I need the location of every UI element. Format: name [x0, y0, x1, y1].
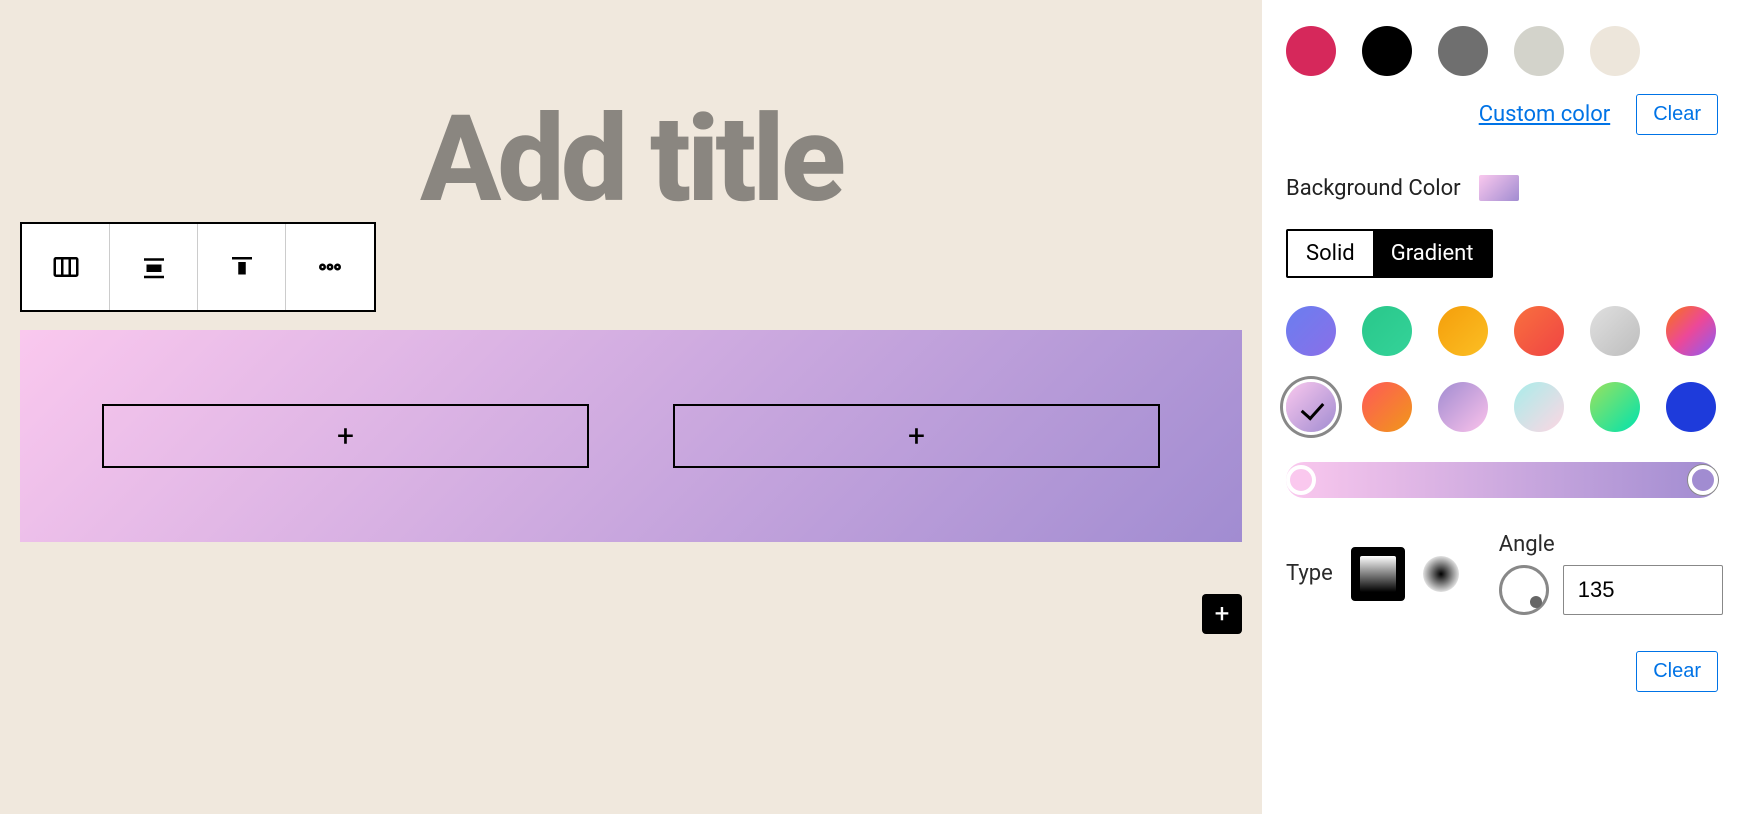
clear-background-button[interactable]: Clear	[1636, 651, 1718, 692]
columns-button[interactable]	[22, 224, 110, 310]
gradient-swatch-6[interactable]	[1286, 382, 1336, 432]
gradient-swatch-0[interactable]	[1286, 306, 1336, 356]
columns-icon	[51, 252, 81, 282]
text-color-swatch-0[interactable]	[1286, 26, 1336, 76]
custom-color-link[interactable]: Custom color	[1479, 102, 1611, 127]
gradient-swatch-3[interactable]	[1514, 306, 1564, 356]
columns-block[interactable]: + +	[20, 330, 1242, 542]
more-options-button[interactable]	[286, 224, 374, 310]
gradient-type-radial-button[interactable]	[1423, 556, 1459, 592]
background-color-preview	[1479, 175, 1519, 201]
align-button[interactable]	[110, 224, 198, 310]
post-title-placeholder[interactable]: Add title	[0, 90, 1262, 230]
gradient-type-linear-button[interactable]	[1351, 547, 1405, 601]
gradient-swatch-grid	[1286, 306, 1718, 432]
gradient-swatch-2[interactable]	[1438, 306, 1488, 356]
type-label: Type	[1286, 561, 1333, 586]
plus-icon: +	[337, 419, 354, 454]
gradient-type-group: Type	[1286, 547, 1459, 601]
angle-input[interactable]	[1563, 565, 1723, 615]
vertical-align-button[interactable]	[198, 224, 286, 310]
valign-top-icon	[227, 252, 257, 282]
text-color-swatch-row	[1286, 26, 1718, 76]
gradient-swatch-10[interactable]	[1590, 382, 1640, 432]
text-color-swatch-2[interactable]	[1438, 26, 1488, 76]
settings-sidebar: Custom color Clear Background Color Soli…	[1262, 0, 1742, 814]
editor-canvas: Add title + + +	[0, 0, 1262, 814]
block-toolbar	[20, 222, 376, 312]
angle-label: Angle	[1499, 532, 1723, 557]
gradient-stop-end[interactable]	[1688, 465, 1718, 495]
gradient-stops-bar[interactable]	[1286, 462, 1718, 498]
gradient-angle-group: Angle	[1499, 532, 1723, 615]
segment-solid[interactable]: Solid	[1288, 231, 1373, 276]
gradient-swatch-4[interactable]	[1590, 306, 1640, 356]
text-color-swatch-4[interactable]	[1590, 26, 1640, 76]
plus-icon: +	[908, 419, 925, 454]
column-appender-1[interactable]: +	[102, 404, 589, 468]
plus-icon: +	[1215, 599, 1230, 629]
gradient-swatch-11[interactable]	[1666, 382, 1716, 432]
align-icon	[139, 252, 169, 282]
text-color-swatch-3[interactable]	[1514, 26, 1564, 76]
gradient-swatch-7[interactable]	[1362, 382, 1412, 432]
background-actions: Clear	[1286, 651, 1718, 692]
background-color-label: Background Color	[1286, 176, 1461, 201]
more-icon	[315, 252, 345, 282]
text-color-actions: Custom color Clear	[1286, 94, 1718, 135]
text-color-swatch-1[interactable]	[1362, 26, 1412, 76]
solid-gradient-segment: Solid Gradient	[1286, 229, 1493, 278]
gradient-swatch-1[interactable]	[1362, 306, 1412, 356]
gradient-swatch-9[interactable]	[1514, 382, 1564, 432]
background-color-heading: Background Color	[1286, 175, 1718, 201]
angle-dial[interactable]	[1499, 565, 1549, 615]
segment-gradient[interactable]: Gradient	[1373, 231, 1492, 276]
column-appender-2[interactable]: +	[673, 404, 1160, 468]
gradient-swatch-8[interactable]	[1438, 382, 1488, 432]
add-block-button[interactable]: +	[1202, 594, 1242, 634]
clear-text-color-button[interactable]: Clear	[1636, 94, 1718, 135]
type-angle-row: Type Angle	[1286, 532, 1718, 615]
gradient-stop-start[interactable]	[1286, 465, 1316, 495]
gradient-swatch-5[interactable]	[1666, 306, 1716, 356]
